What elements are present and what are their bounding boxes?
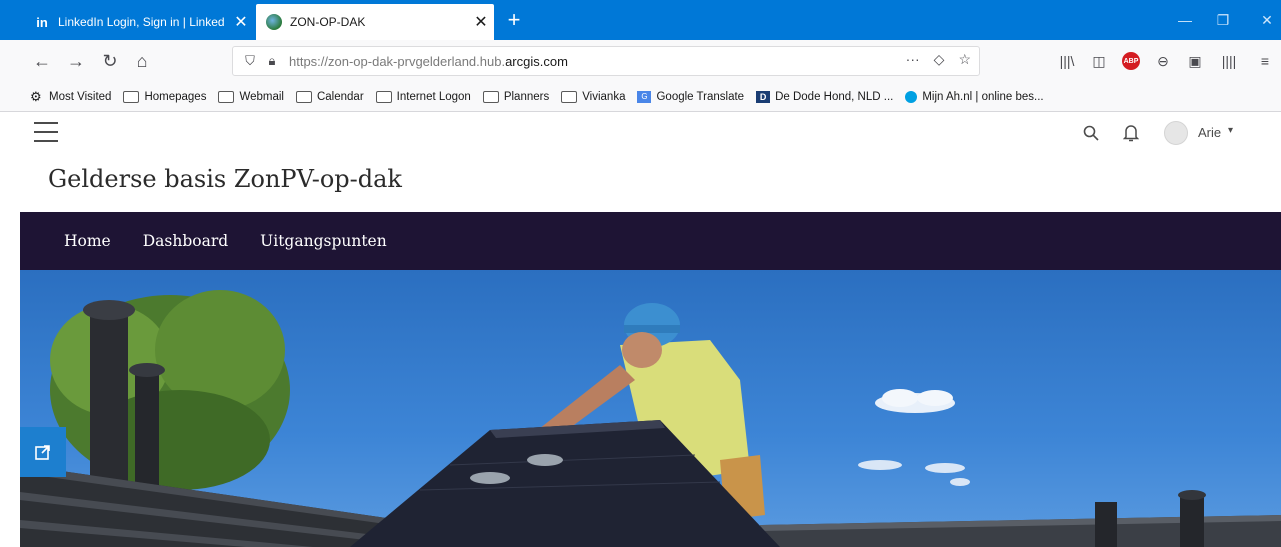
extension-icon[interactable]: ▣ <box>1184 50 1206 72</box>
barcode-icon[interactable]: |||| <box>1218 50 1240 72</box>
bookmarks-bar: ⚙ Most Visited Homepages Webmail Calenda… <box>0 82 1281 112</box>
folder-icon <box>482 90 499 103</box>
url-text: https://zon-op-dak-prvgelderland.hub.arc… <box>289 54 568 69</box>
folder-icon <box>375 90 392 103</box>
nav-uitgangspunten[interactable]: Uitgangspunten <box>260 232 387 250</box>
bookmark-internet-logon[interactable]: Internet Logon <box>375 90 471 103</box>
url-bar[interactable]: ⛉ 🔒︎ https://zon-op-dak-prvgelderland.hu… <box>232 46 980 76</box>
browser-toolbar: ← → ↻ ⌂ ⛉ 🔒︎ https://zon-op-dak-prvgelde… <box>0 40 1281 82</box>
lock-icon[interactable]: 🔒︎ <box>261 53 283 69</box>
hamburger-menu-icon[interactable] <box>34 122 58 142</box>
bookmark-google-translate[interactable]: G Google Translate <box>637 90 745 103</box>
adblock-icon[interactable]: ABP <box>1122 52 1140 70</box>
folder-icon <box>295 90 312 103</box>
bookmark-label: Vivianka <box>582 90 626 103</box>
linkedin-icon: in <box>36 14 48 30</box>
tab-title: ZON-OP-DAK <box>290 15 366 29</box>
ah-icon <box>905 90 918 103</box>
bookmark-label: De Dode Hond, NLD ... <box>775 90 894 103</box>
bookmark-label: Planners <box>503 90 550 103</box>
back-icon[interactable]: ← <box>30 49 54 73</box>
pocket-icon[interactable]: ◇ <box>934 51 945 68</box>
bookmark-label: Calendar <box>316 90 364 103</box>
bookmark-star-icon[interactable]: ☆ <box>958 51 971 68</box>
url-prefix: https://zon-op-dak-prvgelderland.hub. <box>289 53 506 69</box>
hero-illustration <box>20 290 1281 547</box>
site-navigation: Home Dashboard Uitgangspunten <box>20 212 1281 270</box>
nav-dashboard[interactable]: Dashboard <box>143 232 228 250</box>
bookmark-label: Internet Logon <box>396 90 471 103</box>
google-translate-icon: G <box>637 90 652 103</box>
close-icon[interactable]: ✕ <box>468 12 494 32</box>
restore-icon[interactable]: ❐ <box>1200 4 1246 36</box>
url-domain: arcgis.com <box>505 53 568 69</box>
tab-linkedin[interactable]: in LinkedIn Login, Sign in | Linked ✕ <box>24 4 254 40</box>
bell-icon[interactable] <box>1120 122 1142 144</box>
bookmark-label: Webmail <box>239 90 284 103</box>
folder-icon <box>218 90 235 103</box>
folder-icon <box>561 90 578 103</box>
hero-image <box>20 270 1281 547</box>
tracking-shield-icon[interactable]: ⛉ <box>239 53 261 69</box>
home-icon[interactable]: ⌂ <box>130 49 154 73</box>
tab-zon-op-dak[interactable]: ZON-OP-DAK ✕ <box>256 4 494 40</box>
chevron-down-icon[interactable]: ▾ <box>1228 125 1233 136</box>
page-actions-icon[interactable]: ··· <box>906 51 920 68</box>
bookmark-vivianka[interactable]: Vivianka <box>561 90 626 103</box>
new-tab-button[interactable]: + <box>500 6 528 34</box>
bookmark-mijn-ah[interactable]: Mijn Ah.nl | online bes... <box>905 90 1044 103</box>
bookmark-webmail[interactable]: Webmail <box>218 90 284 103</box>
sidebar-icon[interactable]: ◫ <box>1088 50 1110 72</box>
bookmark-label: Google Translate <box>656 90 745 103</box>
bookmark-planners[interactable]: Planners <box>482 90 550 103</box>
bookmark-most-visited[interactable]: ⚙ Most Visited <box>30 88 112 104</box>
menu-icon[interactable]: ≡ <box>1254 50 1276 72</box>
library-icon[interactable]: |||\ <box>1056 50 1078 72</box>
account-icon[interactable]: ⊖ <box>1152 50 1174 72</box>
share-icon[interactable] <box>20 427 66 477</box>
bookmark-label: Most Visited <box>49 90 112 103</box>
reload-icon[interactable]: ↻ <box>98 49 122 73</box>
search-icon[interactable] <box>1080 122 1102 144</box>
bookmark-homepages[interactable]: Homepages <box>123 90 207 103</box>
close-icon[interactable]: ✕ <box>228 12 254 32</box>
globe-icon <box>266 14 282 30</box>
dode-hond-icon: D <box>756 90 771 103</box>
nav-home[interactable]: Home <box>64 232 111 250</box>
forward-icon[interactable]: → <box>64 49 88 73</box>
bookmark-label: Homepages <box>144 90 207 103</box>
site-header: Arie ▾ <box>0 112 1281 152</box>
avatar[interactable] <box>1164 121 1188 145</box>
bookmark-calendar[interactable]: Calendar <box>295 90 364 103</box>
browser-tab-strip: in LinkedIn Login, Sign in | Linked ✕ ZO… <box>0 0 1281 40</box>
window-close-icon[interactable]: ✕ <box>1244 4 1281 36</box>
page-title: Gelderse basis ZonPV-op-dak <box>48 165 402 193</box>
gear-icon: ⚙ <box>30 88 42 104</box>
user-name[interactable]: Arie <box>1198 125 1221 140</box>
bookmark-label: Mijn Ah.nl | online bes... <box>922 90 1044 103</box>
folder-icon <box>123 90 140 103</box>
bookmark-de-dode-hond[interactable]: D De Dode Hond, NLD ... <box>756 90 894 103</box>
tab-title: LinkedIn Login, Sign in | Linked <box>58 15 225 29</box>
